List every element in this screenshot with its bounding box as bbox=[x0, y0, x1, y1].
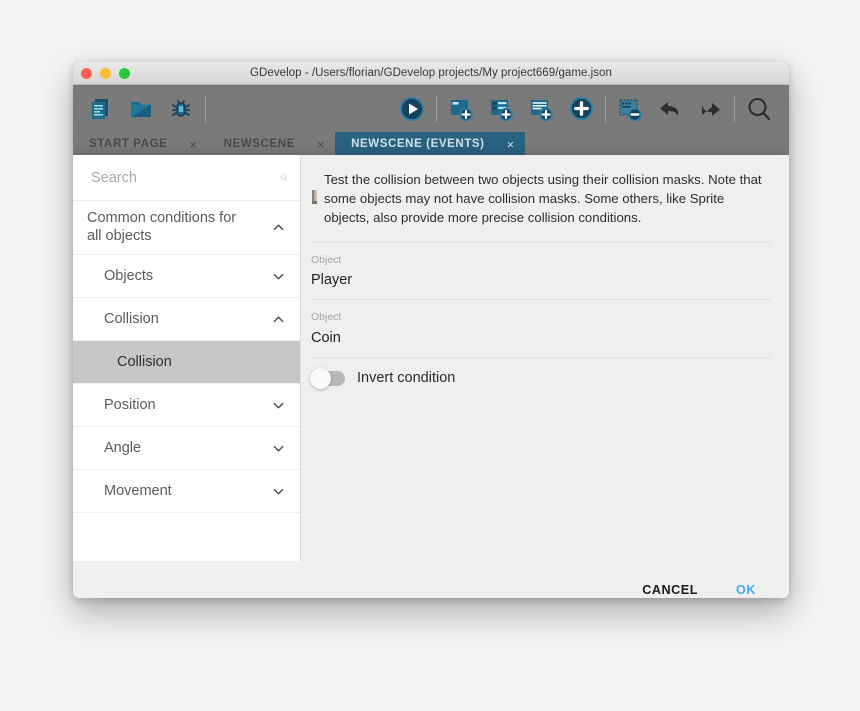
category-position[interactable]: Position bbox=[73, 384, 300, 428]
condition-detail-panel: Test the collision between two objects u… bbox=[301, 155, 789, 561]
chevron-down-icon bbox=[273, 488, 284, 495]
category-label: Collision bbox=[104, 310, 159, 327]
tab-label: NEWSCENE bbox=[223, 138, 295, 150]
search-input[interactable] bbox=[89, 168, 280, 187]
toolbar-separator bbox=[605, 95, 606, 122]
add-scene-button[interactable] bbox=[441, 89, 481, 129]
maximize-window-button[interactable] bbox=[119, 67, 130, 79]
tab-close-icon[interactable]: × bbox=[189, 138, 197, 151]
new-project-button[interactable] bbox=[81, 89, 121, 129]
toolbar-separator bbox=[734, 95, 735, 122]
chevron-down-icon bbox=[273, 273, 284, 280]
dialog-footer: CANCEL OK bbox=[73, 561, 789, 598]
redo-button[interactable] bbox=[690, 89, 730, 129]
debug-icon bbox=[172, 99, 190, 117]
main-toolbar bbox=[73, 85, 789, 132]
add-external-events-icon bbox=[531, 99, 553, 121]
minimize-window-button[interactable] bbox=[100, 67, 111, 79]
chevron-down-icon bbox=[273, 402, 284, 409]
traffic-lights bbox=[73, 67, 130, 79]
ok-button[interactable]: OK bbox=[728, 577, 764, 598]
tab-newscene[interactable]: NEWSCENE × bbox=[208, 132, 335, 156]
field-value[interactable]: Player bbox=[311, 271, 771, 293]
add-external-layout-button[interactable] bbox=[481, 89, 521, 129]
dialog-body: Common conditions for all objects Object… bbox=[73, 155, 789, 561]
close-window-button[interactable] bbox=[81, 67, 92, 79]
undo-icon bbox=[660, 101, 679, 116]
category-label: Common conditions for all objects bbox=[87, 210, 237, 244]
toolbar-separator bbox=[205, 95, 206, 122]
chevron-down-icon bbox=[273, 445, 284, 452]
toggle-knob bbox=[310, 367, 331, 389]
toolbar-right-group bbox=[392, 89, 789, 129]
info-icon bbox=[312, 190, 317, 204]
condition-list-scroll[interactable]: Common conditions for all objects Object… bbox=[73, 201, 300, 561]
chevron-up-icon bbox=[273, 224, 284, 231]
chevron-up-icon bbox=[273, 316, 284, 322]
add-button[interactable] bbox=[561, 89, 601, 129]
description-block: Test the collision between two objects u… bbox=[311, 155, 771, 243]
remove-scene-icon bbox=[619, 99, 642, 121]
condition-item-label: Collision bbox=[117, 354, 172, 371]
open-project-button[interactable] bbox=[121, 89, 161, 129]
preview-play-icon bbox=[400, 96, 424, 121]
search-button[interactable] bbox=[739, 89, 779, 129]
remove-scene-button[interactable] bbox=[610, 89, 650, 129]
toolbar-left-group bbox=[73, 89, 210, 129]
category-label: Angle bbox=[104, 439, 142, 456]
add-external-layout-icon bbox=[491, 99, 513, 121]
category-common-conditions[interactable]: Common conditions for all objects bbox=[73, 201, 300, 256]
category-label: Position bbox=[104, 396, 156, 413]
redo-icon bbox=[702, 102, 720, 116]
category-collision[interactable]: Collision bbox=[73, 298, 300, 342]
category-label: Objects bbox=[104, 267, 154, 284]
invert-condition-row[interactable]: Invert condition bbox=[310, 358, 771, 389]
field-label: Object bbox=[311, 253, 342, 266]
add-scene-icon bbox=[451, 99, 473, 121]
field-label: Object bbox=[311, 311, 342, 324]
tab-close-icon[interactable]: × bbox=[317, 138, 325, 151]
window-title: GDevelop - /Users/florian/GDevelop proje… bbox=[250, 67, 612, 79]
condition-editor-dialog: Common conditions for all objects Object… bbox=[73, 155, 789, 598]
category-movement[interactable]: Movement bbox=[73, 470, 300, 514]
category-objects[interactable]: Objects bbox=[73, 255, 300, 299]
tab-label: NEWSCENE (EVENTS) bbox=[351, 138, 485, 150]
undo-button[interactable] bbox=[650, 89, 690, 129]
category-label: Movement bbox=[104, 482, 172, 499]
tab-close-icon[interactable]: × bbox=[507, 138, 515, 151]
invert-condition-toggle[interactable] bbox=[310, 367, 345, 389]
cancel-button[interactable]: CANCEL bbox=[634, 577, 706, 598]
open-project-icon bbox=[131, 101, 151, 117]
search-icon[interactable] bbox=[280, 168, 288, 187]
toolbar-separator bbox=[436, 95, 437, 122]
description-text: Test the collision between two objects u… bbox=[324, 172, 762, 225]
window-titlebar: GDevelop - /Users/florian/GDevelop proje… bbox=[73, 62, 789, 85]
invert-condition-label: Invert condition bbox=[357, 370, 456, 387]
add-icon bbox=[569, 96, 593, 121]
tab-start-page[interactable]: START PAGE × bbox=[73, 132, 208, 156]
object-field-2[interactable]: Object Coin bbox=[311, 300, 771, 359]
app-window: GDevelop - /Users/florian/GDevelop proje… bbox=[73, 62, 789, 598]
search-icon bbox=[748, 97, 771, 120]
object-field-1[interactable]: Object Player bbox=[311, 243, 771, 301]
new-project-icon bbox=[92, 98, 108, 119]
debug-button[interactable] bbox=[161, 89, 201, 129]
preview-button[interactable] bbox=[392, 89, 432, 129]
field-value[interactable]: Coin bbox=[311, 329, 771, 351]
tab-newscene-events[interactable]: NEWSCENE (EVENTS) × bbox=[335, 132, 525, 156]
category-angle[interactable]: Angle bbox=[73, 427, 300, 471]
tab-label: START PAGE bbox=[89, 138, 168, 150]
condition-item-collision[interactable]: Collision bbox=[73, 341, 300, 385]
tab-bar: START PAGE × NEWSCENE × NEWSCENE (EVENTS… bbox=[73, 132, 789, 156]
condition-list-panel: Common conditions for all objects Object… bbox=[73, 155, 301, 561]
add-external-events-button[interactable] bbox=[521, 89, 561, 129]
search-row bbox=[73, 155, 300, 201]
